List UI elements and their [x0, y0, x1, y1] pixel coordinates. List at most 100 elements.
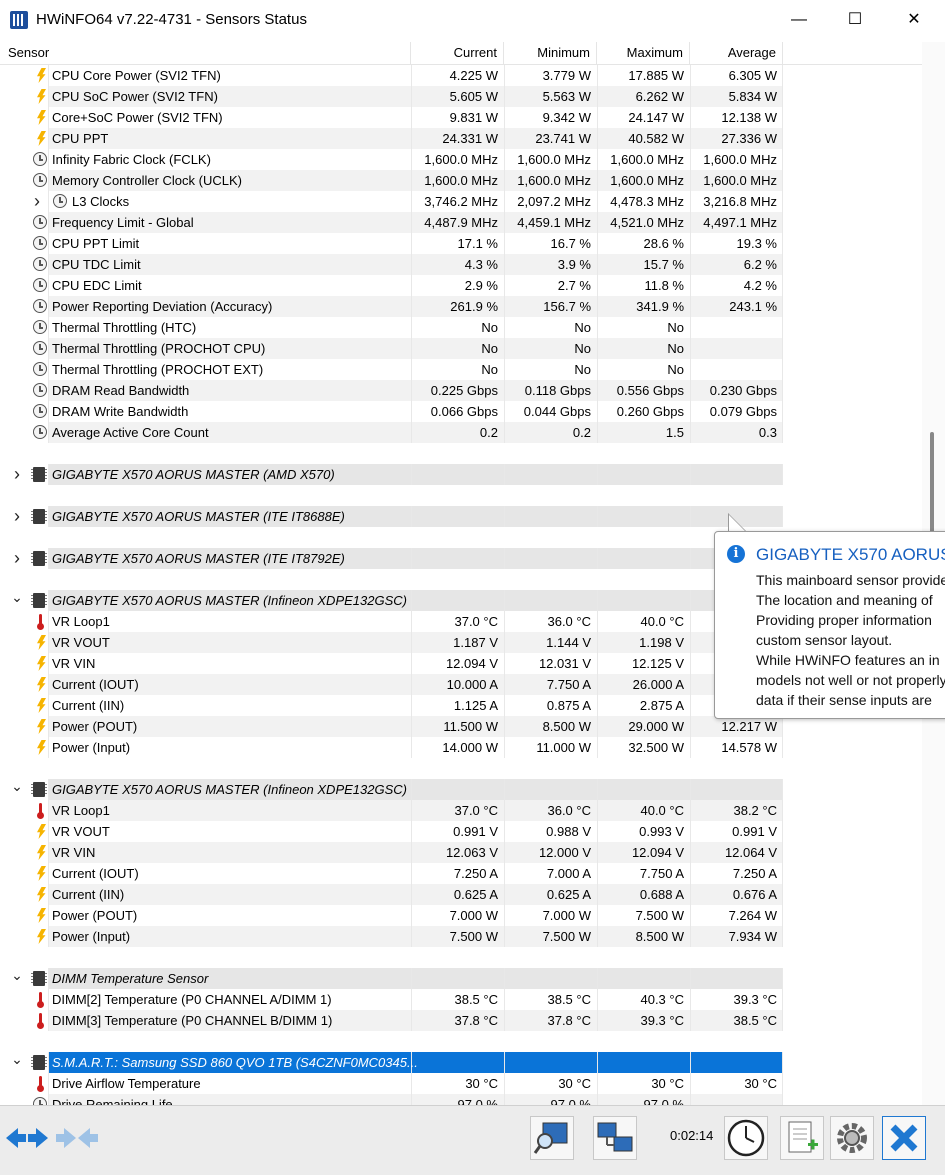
chevron-right-icon[interactable]: ›: [10, 548, 24, 569]
clock-icon: [33, 1097, 47, 1105]
sensor-name: Thermal Throttling (PROCHOT CPU): [52, 341, 266, 356]
sensor-row[interactable]: VR Loop1 37.0 °C 36.0 °C 40.0 °C 38.2 °C: [0, 800, 922, 821]
column-separator: [782, 422, 783, 443]
scrollbar-thumb[interactable]: [930, 432, 934, 542]
logging-button[interactable]: [780, 1116, 824, 1160]
chevron-right-icon[interactable]: ›: [10, 464, 24, 485]
close-sensors-button[interactable]: [882, 1116, 926, 1160]
sensor-row[interactable]: DRAM Write Bandwidth 0.066 Gbps 0.044 Gbps…: [0, 401, 922, 422]
column-separator: [597, 170, 598, 191]
chevron-right-icon[interactable]: ›: [30, 191, 44, 212]
sensor-name: Power (POUT): [52, 908, 138, 923]
column-separator: [597, 821, 598, 842]
column-current[interactable]: Current: [411, 42, 504, 64]
maximize-button[interactable]: ☐: [826, 0, 884, 40]
chevron-down-icon[interactable]: ⌄: [10, 1052, 24, 1067]
value-minimum: 8.500 W: [542, 719, 591, 734]
chevron-right-icon[interactable]: ›: [10, 506, 24, 527]
column-average[interactable]: Average: [690, 42, 783, 64]
column-separator: [597, 464, 598, 485]
column-separator: [48, 65, 49, 86]
sensor-row[interactable]: CPU PPT 24.331 W 23.741 W 40.582 W 27.336 W: [0, 128, 922, 149]
sensor-name: CPU EDC Limit: [52, 278, 142, 293]
navigate-left-right-icon[interactable]: [4, 1116, 50, 1160]
sensor-row[interactable]: DIMM[2] Temperature (P0 CHANNEL A/DIMM 1…: [0, 989, 922, 1010]
column-separator: [411, 1010, 412, 1031]
sensor-row[interactable]: Power (POUT) 7.000 W 7.000 W 7.500 W 7.264 W: [0, 905, 922, 926]
settings-button[interactable]: [830, 1116, 874, 1160]
reset-clock-button[interactable]: [724, 1116, 768, 1160]
sensor-row[interactable]: Frequency Limit - Global 4,487.9 MHz 4,459…: [0, 212, 922, 233]
sensor-name: DIMM Temperature Sensor: [52, 971, 209, 986]
sensor-row[interactable]: Drive Remaining Life 97.0 % 97.0 % 97.0 %: [0, 1094, 922, 1105]
sensor-search-button[interactable]: [530, 1116, 574, 1160]
column-separator: [504, 926, 505, 947]
sensor-row[interactable]: Current (IOUT) 7.250 A 7.000 A 7.750 A 7.250…: [0, 863, 922, 884]
sensor-name: CPU Core Power (SVI2 TFN): [52, 68, 221, 83]
sensor-row[interactable]: Average Active Core Count 0.2 0.2 1.5 0.3: [0, 422, 922, 443]
info-icon: i: [727, 545, 745, 563]
sensor-row[interactable]: CPU EDC Limit 2.9 % 2.7 % 11.8 % 4.2 %: [0, 275, 922, 296]
column-separator: [411, 464, 412, 485]
sensor-group-row[interactable]: › GIGABYTE X570 AORUS MASTER (AMD X570): [0, 464, 922, 485]
column-separator: [48, 905, 49, 926]
column-separator: [782, 191, 783, 212]
column-sensor[interactable]: Sensor: [0, 42, 411, 64]
sensor-row[interactable]: Thermal Throttling (PROCHOT CPU) No No No: [0, 338, 922, 359]
sensor-row[interactable]: Power (POUT) 11.500 W 8.500 W 29.000 W 12.21…: [0, 716, 922, 737]
sensor-row[interactable]: Memory Controller Clock (UCLK) 1,600.0 MH…: [0, 170, 922, 191]
sensor-row[interactable]: › L3 Clocks 3,746.2 MHz 2,097.2 MHz 4,478.3 …: [0, 191, 922, 212]
sensor-row[interactable]: Core+SoC Power (SVI2 TFN) 9.831 W 9.342 W 2…: [0, 107, 922, 128]
chevron-down-icon[interactable]: ⌄: [10, 968, 24, 983]
column-separator: [690, 737, 691, 758]
column-separator: [504, 422, 505, 443]
column-separator: [782, 1052, 783, 1073]
minimize-button[interactable]: —: [770, 0, 828, 40]
column-separator: [782, 317, 783, 338]
sensor-row[interactable]: CPU Core Power (SVI2 TFN) 4.225 W 3.779 W 1…: [0, 65, 922, 86]
sensor-group-row[interactable]: › GIGABYTE X570 AORUS MASTER (ITE IT8688E…: [0, 506, 922, 527]
sensor-row[interactable]: Power (Input) 7.500 W 7.500 W 8.500 W 7.934 …: [0, 926, 922, 947]
column-separator: [48, 590, 49, 611]
sensor-row[interactable]: Thermal Throttling (PROCHOT EXT) No No No: [0, 359, 922, 380]
value-current: 37.8 °C: [454, 1013, 498, 1028]
column-separator: [690, 611, 691, 632]
sensor-row[interactable]: VR VIN 12.063 V 12.000 V 12.094 V 12.064 V: [0, 842, 922, 863]
value-maximum: 0.688 A: [639, 887, 684, 902]
chevron-down-icon[interactable]: ⌄: [10, 590, 24, 605]
value-minimum: 12.000 V: [538, 845, 591, 860]
column-maximum[interactable]: Maximum: [597, 42, 690, 64]
sensor-name: VR VIN: [52, 656, 96, 671]
sensor-row[interactable]: CPU SoC Power (SVI2 TFN) 5.605 W 5.563 W 6.…: [0, 86, 922, 107]
sensor-row[interactable]: Power Reporting Deviation (Accuracy) 261.…: [0, 296, 922, 317]
value-average: 39.3 °C: [733, 992, 777, 1007]
value-maximum: 32.500 W: [628, 740, 684, 755]
network-button[interactable]: [593, 1116, 637, 1160]
sensor-row[interactable]: Power (Input) 14.000 W 11.000 W 32.500 W 14.…: [0, 737, 922, 758]
sensor-row[interactable]: Drive Airflow Temperature 30 °C 30 °C 30 °C…: [0, 1073, 922, 1094]
sensor-row[interactable]: VR VOUT 0.991 V 0.988 V 0.993 V 0.991 V: [0, 821, 922, 842]
chevron-down-icon[interactable]: ⌄: [10, 779, 24, 794]
sensor-row[interactable]: Current (IIN) 0.625 A 0.625 A 0.688 A 0.676 …: [0, 884, 922, 905]
value-average: 0.230 Gbps: [709, 383, 777, 398]
clock-icon: [33, 236, 47, 250]
column-separator: [48, 338, 49, 359]
close-button[interactable]: ✕: [885, 0, 943, 40]
sensor-row[interactable]: CPU PPT Limit 17.1 % 16.7 % 28.6 % 19.3 %: [0, 233, 922, 254]
clock-icon: [33, 299, 47, 313]
sensor-row[interactable]: Infinity Fabric Clock (FCLK) 1,600.0 MHz 1…: [0, 149, 922, 170]
value-minimum: 36.0 °C: [547, 803, 591, 818]
column-separator: [597, 548, 598, 569]
column-separator: [690, 779, 691, 800]
sensor-row[interactable]: DRAM Read Bandwidth 0.225 Gbps 0.118 Gbps 0…: [0, 380, 922, 401]
sensor-row[interactable]: CPU TDC Limit 4.3 % 3.9 % 15.7 % 6.2 %: [0, 254, 922, 275]
sensor-group-row[interactable]: ⌄ GIGABYTE X570 AORUS MASTER (Infineon XD…: [0, 779, 922, 800]
sensor-row[interactable]: DIMM[3] Temperature (P0 CHANNEL B/DIMM 1…: [0, 1010, 922, 1031]
sensor-group-row[interactable]: ⌄ S.M.A.R.T.: Samsung SSD 860 QVO 1TB (S4…: [0, 1052, 922, 1073]
sensor-row[interactable]: Thermal Throttling (HTC) No No No: [0, 317, 922, 338]
sensor-group-row[interactable]: ⌄ DIMM Temperature Sensor: [0, 968, 922, 989]
navigate-inward-icon[interactable]: [54, 1116, 100, 1160]
value-maximum: 2.875 A: [639, 698, 684, 713]
column-separator: [411, 128, 412, 149]
column-minimum[interactable]: Minimum: [504, 42, 597, 64]
